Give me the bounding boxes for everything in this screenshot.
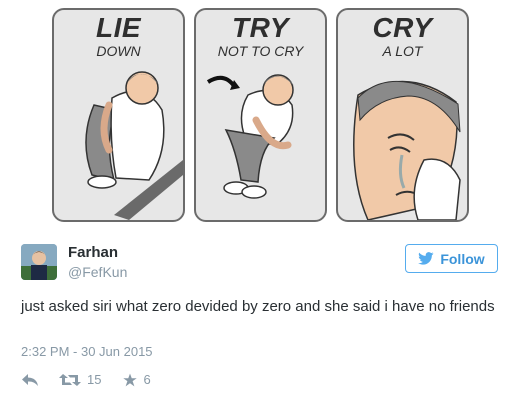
tweet-text: just asked siri what zero devided by zer… — [21, 298, 495, 315]
user-display-name[interactable]: Farhan — [68, 244, 118, 261]
panel-subtitle: NOT TO CRY — [217, 43, 304, 59]
twitter-bird-icon — [418, 252, 434, 265]
follow-label: Follow — [440, 250, 485, 267]
reply-icon — [22, 373, 38, 386]
avatar[interactable] — [21, 244, 57, 280]
favorite-button[interactable]: 6 — [123, 372, 151, 387]
comic-panel-try-not-to-cry: TRY NOT TO CRY — [194, 8, 327, 222]
panel-title: TRY — [232, 12, 289, 43]
comic-panel-cry-a-lot: CRY A LOT — [336, 8, 469, 222]
comic-image: LIE DOWN TRY NOT TO CRY CRY A LOT — [44, 0, 480, 228]
star-icon — [123, 373, 138, 386]
retweet-icon — [59, 373, 81, 386]
favorite-count: 6 — [143, 372, 151, 387]
panel-subtitle: A LOT — [382, 43, 423, 59]
tweet-actions: 15 6 — [21, 372, 151, 387]
follow-button[interactable]: Follow — [405, 244, 498, 273]
panel-subtitle: DOWN — [96, 43, 141, 59]
comic-panel-lie-down: LIE DOWN — [52, 8, 185, 222]
panel-title: LIE — [95, 12, 142, 43]
tweet-timestamp[interactable]: 2:32 PM - 30 Jun 2015 — [21, 344, 153, 359]
reply-button[interactable] — [21, 373, 39, 387]
user-handle[interactable]: @FefKun — [68, 264, 127, 280]
retweet-count: 15 — [87, 372, 102, 387]
retweet-button[interactable]: 15 — [59, 372, 101, 387]
avatar-image — [21, 244, 57, 280]
panel-title: CRY — [372, 12, 433, 43]
